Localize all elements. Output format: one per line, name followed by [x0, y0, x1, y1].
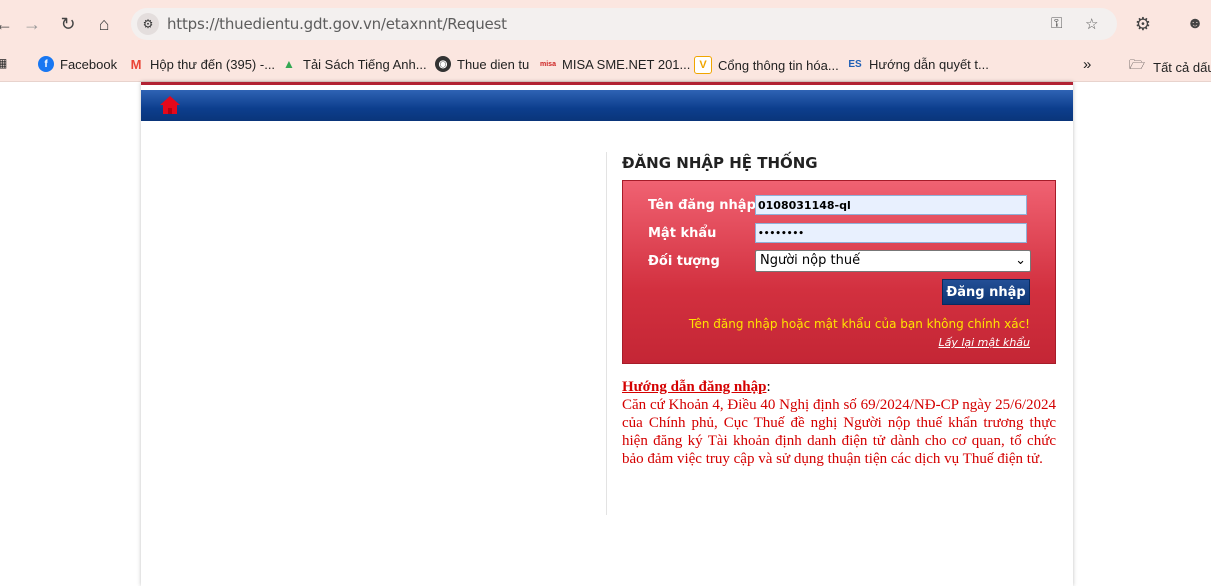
username-input[interactable]: 0108031148-ql [755, 195, 1027, 215]
bookmark-huong-dan[interactable]: ES Hướng dẫn quyết t... [847, 56, 989, 72]
chevron-down-icon: ⌄ [1015, 253, 1026, 268]
bookmark-label: Hướng dẫn quyết t... [869, 56, 989, 72]
home-nav-icon[interactable]: ⌂ [92, 12, 116, 36]
forgot-password-link[interactable]: Lấy lại mật khẩu [938, 336, 1030, 349]
username-label: Tên đăng nhập [648, 198, 756, 213]
login-button[interactable]: Đăng nhập [942, 279, 1030, 305]
apps-icon[interactable]: ▦ [0, 56, 7, 70]
bookmark-misa[interactable]: misa MISA SME.NET 201... [540, 56, 690, 72]
star-icon[interactable]: ☆ [1085, 15, 1098, 33]
object-type-select[interactable]: Người nộp thuế ⌄ [755, 250, 1031, 272]
drive-icon: ▲ [283, 57, 295, 71]
site-settings-icon[interactable]: ⚙ [137, 13, 159, 35]
bookmark-label: Cổng thông tin hóa... [718, 57, 839, 73]
more-bookmarks-icon[interactable]: » [1083, 56, 1091, 73]
page-container: ĐĂNG NHẬP HỆ THỐNG Tên đăng nhập 0108031… [141, 82, 1073, 586]
home-icon[interactable] [159, 95, 181, 115]
guide-title[interactable]: Hướng dẫn đăng nhập [622, 379, 766, 395]
url-text[interactable]: https://thuedientu.gdt.gov.vn/etaxnnt/Re… [167, 15, 507, 33]
bookmark-thue-dien-tu[interactable]: ◉ Thue dien tu [435, 56, 529, 72]
globe-icon: ◉ [435, 56, 451, 72]
bookmark-cong-thong-tin[interactable]: V Cổng thông tin hóa... [694, 56, 839, 74]
browser-toolbar: ← → ↻ ⌂ ⚙ https://thuedientu.gdt.gov.vn/… [0, 0, 1211, 48]
password-input[interactable]: •••••••• [755, 223, 1027, 243]
bookmark-label: Hộp thư đến (395) -... [150, 56, 276, 72]
reload-icon[interactable]: ↻ [56, 12, 80, 36]
bookmark-label: Tải Sách Tiếng Anh... [303, 56, 427, 72]
top-stripe [141, 82, 1073, 85]
bookmark-drive[interactable]: ▲ Tải Sách Tiếng Anh... [281, 56, 427, 72]
guide-colon: : [766, 379, 771, 395]
login-title: ĐĂNG NHẬP HỆ THỐNG [622, 154, 818, 172]
all-bookmarks-folder[interactable]: 🗁 Tất cả dấu [1129, 56, 1211, 78]
bookmark-label: Thue dien tu [457, 56, 530, 72]
v-icon: V [694, 56, 712, 74]
all-bookmarks-label: Tất cả dấu [1153, 59, 1211, 75]
guide-body: Căn cứ Khoản 4, Điều 40 Nghị định số 69/… [622, 397, 1056, 467]
vertical-divider [606, 152, 607, 515]
error-message: Tên đăng nhập hoặc mật khẩu của bạn khôn… [688, 317, 1030, 331]
bookmark-facebook[interactable]: f Facebook [38, 56, 117, 72]
folder-icon: 🗁 [1129, 57, 1146, 72]
object-type-label: Đối tượng [648, 254, 720, 269]
misa-icon: misa [540, 60, 556, 68]
forward-icon[interactable]: → [20, 12, 44, 36]
password-label: Mật khẩu [648, 226, 717, 241]
profile-avatar-icon[interactable]: ☻ [1183, 12, 1207, 36]
extensions-icon[interactable]: ⚙ [1131, 12, 1155, 36]
bookmark-label: Facebook [60, 56, 118, 72]
bookmark-gmail[interactable]: M Hộp thư đến (395) -... [128, 56, 275, 72]
gmail-icon: M [130, 56, 142, 72]
header-bar [141, 90, 1073, 121]
bookmark-label: MISA SME.NET 201... [562, 56, 691, 72]
login-guide: Hướng dẫn đăng nhập: Căn cứ Khoản 4, Điề… [622, 378, 1056, 468]
back-icon[interactable]: ← [0, 12, 16, 36]
facebook-icon: f [38, 56, 54, 72]
object-type-value: Người nộp thuế [760, 253, 861, 268]
key-icon[interactable]: ⚿ [1051, 15, 1062, 32]
bookmarks-bar: ▦ f Facebook M Hộp thư đến (395) -... ▲ … [0, 48, 1211, 82]
address-bar[interactable]: ⚙ https://thuedientu.gdt.gov.vn/etaxnnt/… [131, 8, 1117, 40]
es-icon: ES [848, 58, 862, 70]
login-form: Tên đăng nhập 0108031148-ql Mật khẩu •••… [622, 180, 1056, 364]
